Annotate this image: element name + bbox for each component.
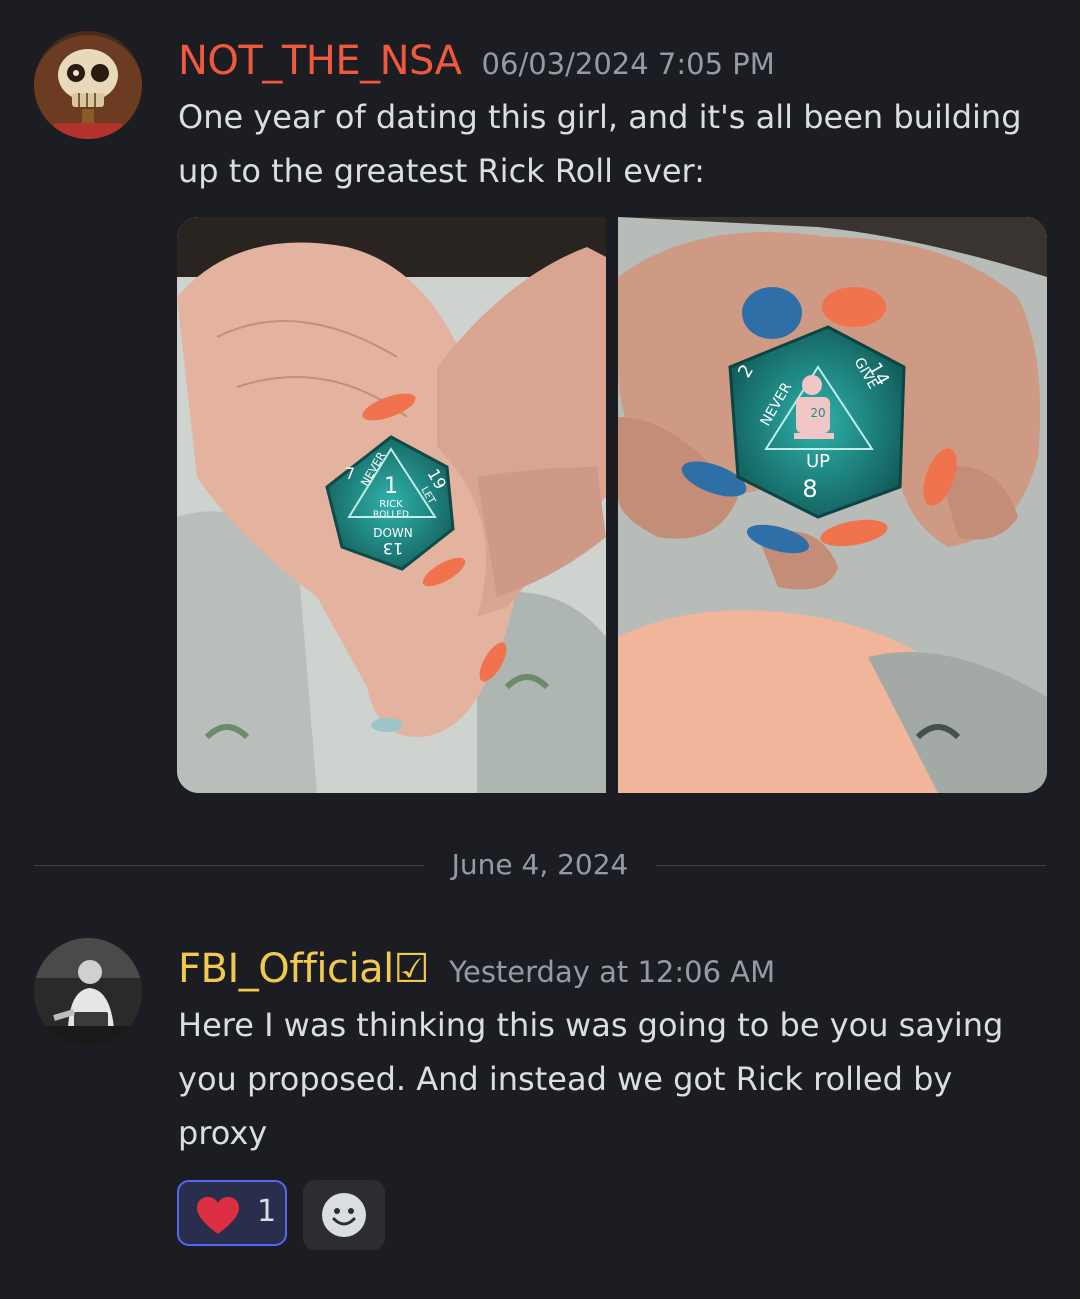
dice-label: 13 <box>383 539 403 558</box>
dice-label: 8 <box>802 475 817 503</box>
dice-label: UP <box>806 451 830 472</box>
reaction-count: 1 <box>257 1194 277 1229</box>
person-photo-avatar-icon <box>34 938 142 1046</box>
message-1: NOT_THE_NSA 06/03/2024 7:05 PM One year o… <box>0 0 1080 820</box>
dice-label: 1 <box>384 474 398 499</box>
d20-held-fingertips-photo-icon: UP 8 20 NEVER GIVE 14 2 <box>618 217 1047 793</box>
message-content: Here I was thinking this was going to be… <box>178 998 1038 1160</box>
message-2: FBI_Official☑ Yesterday at 12:06 AM Here … <box>0 900 1080 1280</box>
message-timestamp: 06/03/2024 7:05 PM <box>481 47 775 81</box>
user-avatar[interactable] <box>34 31 142 139</box>
image-attachment-2[interactable]: UP 8 20 NEVER GIVE 14 2 <box>618 217 1047 793</box>
divider-line <box>656 865 1046 866</box>
smiley-icon <box>322 1193 366 1237</box>
username[interactable]: NOT_THE_NSA <box>178 38 462 84</box>
message-timestamp: Yesterday at 12:06 AM <box>449 955 776 989</box>
dice-label: DOWN <box>373 526 413 540</box>
heart-reaction[interactable]: 1 <box>177 1180 287 1246</box>
dice-label: 7 <box>345 464 355 483</box>
message-content: One year of dating this girl, and it's a… <box>178 90 1038 198</box>
dice-label: RICK <box>379 499 403 510</box>
heart-icon <box>197 1197 239 1234</box>
message-line: you proposed. And instead we got Rick ro… <box>178 1060 953 1098</box>
message-line: up to the greatest Rick Roll ever: <box>178 152 705 190</box>
username[interactable]: FBI_Official☑ <box>178 946 430 992</box>
dice-label: ROLLED <box>373 510 409 520</box>
message-line: One year of dating this girl, and it's a… <box>178 98 1022 136</box>
d20-in-palm-photo-icon: 1 RICK ROLLED DOWN 13 NEVER 7 19 LET <box>177 217 606 793</box>
image-attachment-1[interactable]: 1 RICK ROLLED DOWN 13 NEVER 7 19 LET <box>177 217 606 793</box>
date-divider: June 4, 2024 <box>34 838 1046 894</box>
dice-label: 20 <box>810 406 825 420</box>
message-line: proxy <box>178 1114 268 1152</box>
image-attachments: 1 RICK ROLLED DOWN 13 NEVER 7 19 LET UP … <box>177 217 1047 793</box>
user-avatar[interactable] <box>34 938 142 1046</box>
add-reaction-button[interactable] <box>303 1180 385 1250</box>
skull-avatar-icon <box>34 31 142 139</box>
message-line: Here I was thinking this was going to be… <box>178 1006 1004 1044</box>
